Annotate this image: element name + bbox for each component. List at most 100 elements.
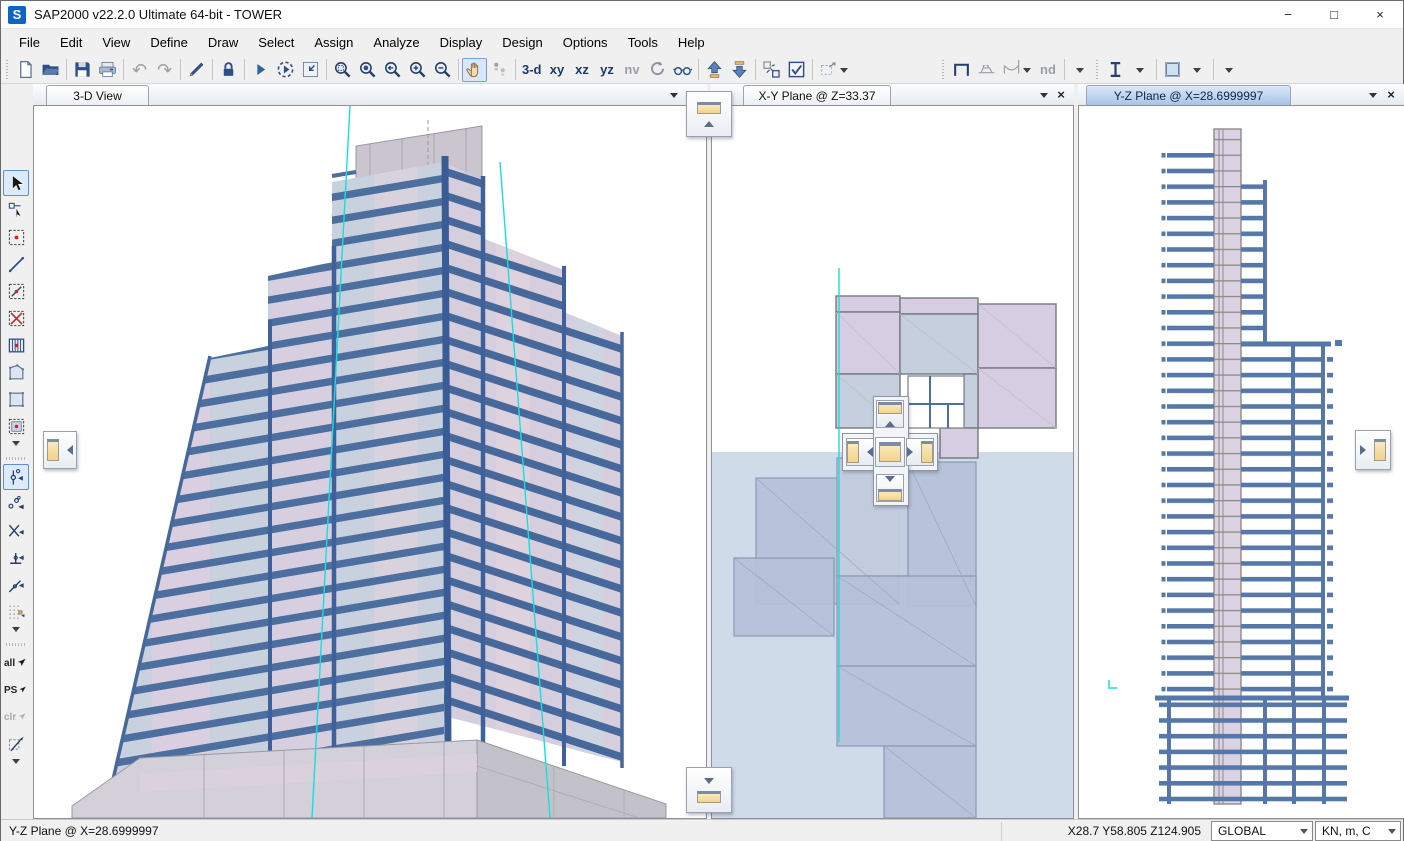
- reshape-object-button[interactable]: [3, 197, 29, 223]
- quick-draw-secondary-beams-button[interactable]: [3, 332, 29, 358]
- named-display-button[interactable]: nd: [1036, 58, 1061, 82]
- previous-selection-button[interactable]: PS: [3, 677, 29, 703]
- menu-file[interactable]: File: [9, 29, 50, 56]
- tab-xy-plane[interactable]: X-Y Plane @ Z=33.37: [743, 85, 891, 105]
- snap-to-midpoints-button[interactable]: [3, 491, 29, 517]
- panel-yz-close[interactable]: ×: [1384, 88, 1398, 102]
- undo-button[interactable]: ↶: [127, 58, 152, 82]
- menu-display[interactable]: Display: [430, 29, 493, 56]
- chevron-down-icon: [670, 93, 678, 102]
- clear-selection-button[interactable]: clr: [3, 704, 29, 730]
- draw-frame-button[interactable]: [3, 251, 29, 277]
- move-left-story-button[interactable]: [43, 431, 77, 469]
- view-3d-button[interactable]: 3-d: [519, 58, 545, 82]
- area-section-properties-button[interactable]: [1160, 58, 1185, 82]
- zoom-in-button[interactable]: [405, 58, 430, 82]
- quick-draw-frame-button[interactable]: [3, 278, 29, 304]
- pan-button[interactable]: [462, 58, 487, 82]
- view-xy-button[interactable]: xy: [545, 58, 570, 82]
- rubber-band-zoom-button[interactable]: [298, 58, 323, 82]
- cross-down-button[interactable]: [876, 474, 904, 502]
- print-button[interactable]: [95, 58, 120, 82]
- snap-to-joints-button[interactable]: [3, 464, 29, 490]
- view-nv-button[interactable]: nv: [620, 58, 645, 82]
- coordinate-system-select[interactable]: GLOBAL: [1211, 821, 1313, 841]
- move-up-in-list-button[interactable]: [702, 58, 727, 82]
- new-model-button[interactable]: [13, 58, 38, 82]
- rotate-view-button[interactable]: [645, 58, 670, 82]
- perspective-toggle-button[interactable]: [670, 58, 695, 82]
- bridge-wizard-button[interactable]: [974, 58, 999, 82]
- snap-to-lines-button[interactable]: [3, 572, 29, 598]
- menu-options[interactable]: Options: [553, 29, 618, 56]
- more-views-dropdown[interactable]: [1068, 58, 1093, 82]
- draw-poly-area-button[interactable]: [3, 359, 29, 385]
- move-up-story-button[interactable]: [686, 91, 732, 137]
- close-button[interactable]: ×: [1357, 1, 1403, 28]
- move-right-story-button[interactable]: [1355, 430, 1391, 470]
- zoom-window-button[interactable]: [330, 58, 355, 82]
- assign-to-group-button[interactable]: [816, 58, 853, 82]
- lock-model-button[interactable]: [216, 58, 241, 82]
- menu-view[interactable]: View: [92, 29, 140, 56]
- cross-left-button[interactable]: [846, 438, 874, 466]
- panel-xy-close[interactable]: ×: [1054, 88, 1068, 102]
- step-through-button[interactable]: [487, 58, 512, 82]
- i-section-dropdown[interactable]: [1128, 58, 1153, 82]
- set-display-options-button[interactable]: [784, 58, 809, 82]
- menu-design[interactable]: Design: [492, 29, 552, 56]
- menu-define[interactable]: Define: [140, 29, 198, 56]
- select-tools-dropdown[interactable]: [12, 759, 20, 768]
- view-xz-button[interactable]: xz: [570, 58, 595, 82]
- select-by-line-button[interactable]: [3, 731, 29, 757]
- zoom-in-one-step-button[interactable]: [355, 58, 380, 82]
- frame-section-button[interactable]: [949, 58, 974, 82]
- menu-edit[interactable]: Edit: [50, 29, 92, 56]
- cross-center-button[interactable]: [875, 437, 905, 467]
- run-analysis-button[interactable]: [248, 58, 273, 82]
- viewport-3d[interactable]: [33, 105, 707, 819]
- cable-button[interactable]: [999, 58, 1036, 82]
- snap-to-intersections-button[interactable]: [3, 518, 29, 544]
- maximize-button[interactable]: □: [1311, 1, 1357, 28]
- panel-xy-dropdown[interactable]: [1037, 88, 1051, 102]
- i-section-properties-button[interactable]: [1103, 58, 1128, 82]
- open-file-button[interactable]: [38, 58, 63, 82]
- cross-right-button[interactable]: [906, 438, 934, 466]
- units-select[interactable]: KN, m, C: [1315, 821, 1401, 841]
- menu-assign[interactable]: Assign: [304, 29, 363, 56]
- snap-to-perpendicular-button[interactable]: [3, 545, 29, 571]
- object-shrink-toggle-button[interactable]: [759, 58, 784, 82]
- menu-tools[interactable]: Tools: [618, 29, 668, 56]
- move-down-in-list-button[interactable]: [727, 58, 752, 82]
- quick-draw-area-button[interactable]: [3, 413, 29, 439]
- select-pointer-button[interactable]: [3, 170, 29, 196]
- menu-analyze[interactable]: Analyze: [363, 29, 429, 56]
- select-all-button[interactable]: all: [3, 650, 29, 676]
- menu-help[interactable]: Help: [668, 29, 715, 56]
- tab-3d-view[interactable]: 3-D View: [46, 85, 149, 105]
- panel-yz-dropdown[interactable]: [1366, 88, 1380, 102]
- redo-button[interactable]: ↷: [152, 58, 177, 82]
- snap-tools-dropdown[interactable]: [12, 627, 20, 636]
- menu-draw[interactable]: Draw: [198, 29, 248, 56]
- more-tools-dropdown[interactable]: [1217, 58, 1242, 82]
- draw-special-joint-button[interactable]: [3, 224, 29, 250]
- move-down-story-button[interactable]: [686, 767, 732, 813]
- restore-previous-zoom-button[interactable]: [380, 58, 405, 82]
- snap-to-grid-button[interactable]: [3, 599, 29, 625]
- refresh-window-button[interactable]: [184, 58, 209, 82]
- cross-up-button[interactable]: [876, 400, 904, 428]
- minimize-button[interactable]: −: [1265, 1, 1311, 28]
- tab-yz-plane[interactable]: Y-Z Plane @ X=28.6999997: [1086, 85, 1291, 105]
- draw-rectangular-area-button[interactable]: [3, 386, 29, 412]
- menu-select[interactable]: Select: [248, 29, 304, 56]
- area-section-dropdown[interactable]: [1185, 58, 1210, 82]
- save-button[interactable]: [70, 58, 95, 82]
- view-yz-button[interactable]: yz: [595, 58, 620, 82]
- run-options-button[interactable]: [273, 58, 298, 82]
- draw-tools-dropdown[interactable]: [12, 441, 20, 450]
- panel-3d-dropdown[interactable]: [667, 88, 681, 102]
- zoom-out-button[interactable]: [430, 58, 455, 82]
- quick-draw-braces-button[interactable]: [3, 305, 29, 331]
